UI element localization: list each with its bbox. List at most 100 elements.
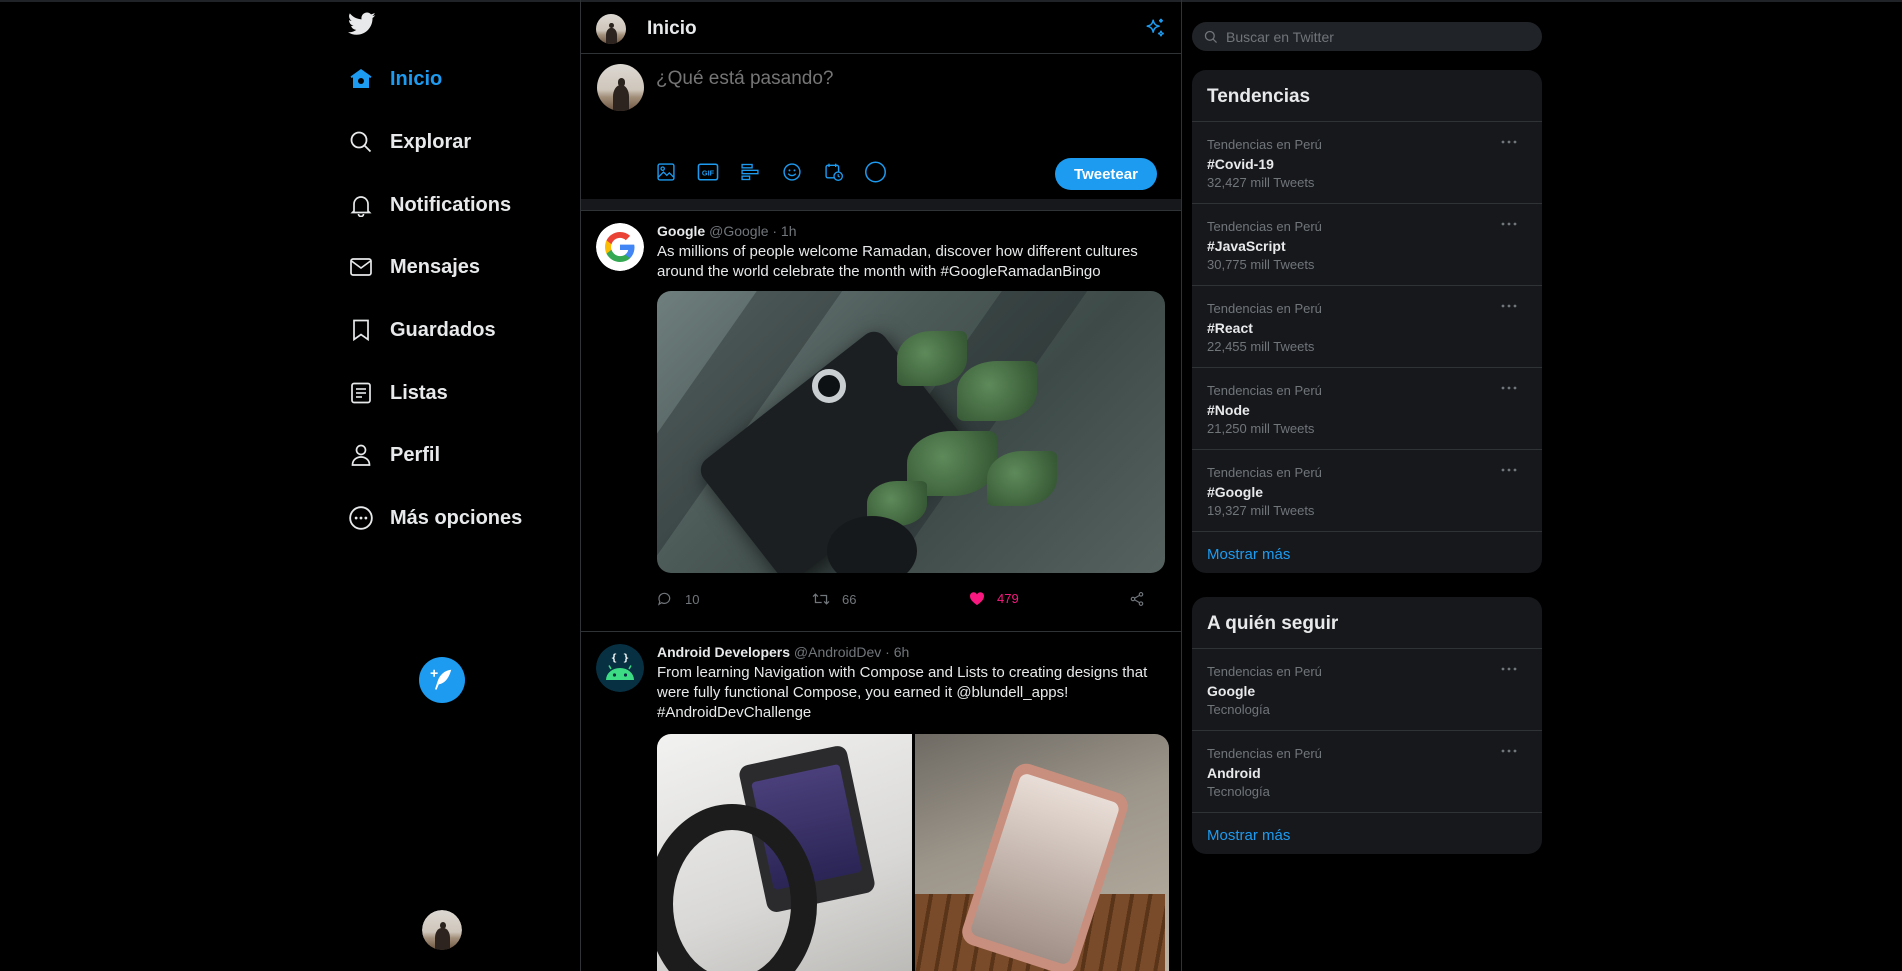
account-avatar[interactable] bbox=[422, 910, 462, 950]
nav-item-notifications[interactable]: Notifications bbox=[348, 183, 511, 227]
nav-label: Notifications bbox=[390, 193, 512, 216]
like-button[interactable]: 479 bbox=[969, 591, 1019, 606]
nav-label: Inicio bbox=[390, 67, 443, 90]
tweet-image-gallery[interactable] bbox=[657, 734, 1169, 971]
trend-item[interactable]: Tendencias en Perú #React 22,455 mill Tw… bbox=[1192, 286, 1542, 368]
trend-count: 21,250 mill Tweets bbox=[1207, 421, 1315, 436]
nav-label: Listas bbox=[390, 381, 448, 404]
follow-item[interactable]: Tendencias en Perú Android Tecnología bbox=[1192, 731, 1542, 813]
more-circle-icon bbox=[348, 505, 374, 531]
page-title: Inicio bbox=[647, 18, 697, 39]
composer-avatar bbox=[597, 64, 644, 111]
twitter-logo-icon[interactable] bbox=[347, 12, 380, 40]
nav-item-inicio[interactable]: Inicio bbox=[348, 57, 442, 101]
nav-label: Explorar bbox=[390, 130, 472, 153]
timeline: Inicio GIF bbox=[580, 0, 1182, 971]
tweet-meta: Google @Google · 1h bbox=[657, 223, 797, 239]
trend-tag: #JavaScript bbox=[1207, 238, 1286, 254]
more-horizontal-icon[interactable] bbox=[1500, 464, 1518, 476]
left-navigation: Inicio Explorar Notifications Mensajes G… bbox=[338, 0, 578, 971]
progress-circle-icon bbox=[864, 160, 887, 183]
nav-item-perfil[interactable]: Perfil bbox=[348, 433, 440, 477]
more-horizontal-icon[interactable] bbox=[1500, 218, 1518, 230]
search-input[interactable] bbox=[1226, 28, 1526, 45]
author-name[interactable]: Google bbox=[657, 223, 705, 239]
trend-item[interactable]: Tendencias en Perú #Covid-19 32,427 mill… bbox=[1192, 122, 1542, 204]
heart-filled-icon bbox=[969, 592, 985, 606]
like-count: 479 bbox=[997, 591, 1019, 606]
schedule-icon[interactable] bbox=[822, 160, 845, 183]
who-to-follow-title: A quién seguir bbox=[1192, 597, 1542, 649]
follow-show-more-link[interactable]: Mostrar más bbox=[1192, 813, 1542, 854]
composer-toolbar: GIF bbox=[654, 160, 887, 183]
who-to-follow-panel: A quién seguir Tendencias en Perú Google… bbox=[1192, 597, 1542, 854]
retweet-button[interactable]: 66 bbox=[812, 591, 856, 607]
tweet-input[interactable] bbox=[656, 68, 1156, 90]
follow-context: Tendencias en Perú bbox=[1207, 746, 1322, 761]
nav-item-mensajes[interactable]: Mensajes bbox=[348, 245, 480, 289]
more-horizontal-icon[interactable] bbox=[1500, 663, 1518, 675]
nav-item-listas[interactable]: Listas bbox=[348, 371, 448, 415]
follow-category: Tecnología bbox=[1207, 702, 1270, 717]
tweet-composer: GIF Tweetear bbox=[581, 54, 1181, 199]
more-horizontal-icon[interactable] bbox=[1500, 745, 1518, 757]
compose-tweet-button[interactable] bbox=[419, 657, 465, 703]
follow-name: Android bbox=[1207, 765, 1261, 781]
feather-plus-icon bbox=[430, 669, 452, 690]
follow-item[interactable]: Tendencias en Perú Google Tecnología bbox=[1192, 649, 1542, 731]
list-icon bbox=[348, 380, 374, 406]
share-icon bbox=[1130, 592, 1144, 606]
trend-item[interactable]: Tendencias en Perú #Google 19,327 mill T… bbox=[1192, 450, 1542, 532]
author-handle: @AndroidDev · 6h bbox=[793, 644, 910, 660]
tweet-text: As millions of people welcome Ramadan, d… bbox=[657, 243, 1138, 280]
retweet-icon bbox=[812, 593, 830, 605]
nav-item-mas-opciones[interactable]: Más opciones bbox=[348, 496, 522, 540]
trends-title: Tendencias bbox=[1192, 70, 1542, 122]
nav-item-explorar[interactable]: Explorar bbox=[348, 120, 471, 164]
svg-text:{ }: { } bbox=[611, 653, 629, 664]
poll-icon[interactable] bbox=[738, 160, 761, 183]
svg-text:GIF: GIF bbox=[701, 168, 714, 177]
android-developers-avatar[interactable]: { } bbox=[596, 644, 644, 692]
more-horizontal-icon[interactable] bbox=[1500, 382, 1518, 394]
tweet-button[interactable]: Tweetear bbox=[1055, 158, 1157, 190]
search-icon bbox=[1204, 30, 1217, 43]
more-horizontal-icon[interactable] bbox=[1500, 300, 1518, 312]
follow-category: Tecnología bbox=[1207, 784, 1270, 799]
trend-context: Tendencias en Perú bbox=[1207, 137, 1322, 152]
follow-name: Google bbox=[1207, 683, 1256, 699]
nav-label: Mensajes bbox=[390, 255, 481, 278]
gallery-image-phone-cinnamon[interactable] bbox=[914, 734, 1169, 971]
trend-count: 19,327 mill Tweets bbox=[1207, 503, 1315, 518]
trend-item[interactable]: Tendencias en Perú #JavaScript 30,775 mi… bbox=[1192, 204, 1542, 286]
trend-context: Tendencias en Perú bbox=[1207, 465, 1322, 480]
reply-icon bbox=[657, 592, 671, 606]
sparkle-icon[interactable] bbox=[1144, 17, 1168, 41]
trend-item[interactable]: Tendencias en Perú #Node 21,250 mill Twe… bbox=[1192, 368, 1542, 450]
more-horizontal-icon[interactable] bbox=[1500, 136, 1518, 148]
home-icon bbox=[348, 66, 374, 92]
gallery-image-headphones[interactable] bbox=[657, 734, 912, 971]
image-icon[interactable] bbox=[654, 160, 677, 183]
nav-label: Perfil bbox=[390, 443, 441, 466]
search-box[interactable] bbox=[1192, 22, 1542, 51]
author-name[interactable]: Android Developers bbox=[657, 644, 790, 660]
tweet-image-phone-and-plant[interactable] bbox=[657, 291, 1165, 573]
emoji-icon[interactable] bbox=[780, 160, 803, 183]
tweet-google[interactable]: Google @Google · 1h As millions of peopl… bbox=[581, 211, 1181, 632]
nav-label: Guardados bbox=[390, 318, 496, 341]
trends-show-more-link[interactable]: Mostrar más bbox=[1192, 532, 1542, 573]
share-button[interactable] bbox=[1129, 591, 1145, 607]
follow-context: Tendencias en Perú bbox=[1207, 664, 1322, 679]
nav-item-guardados[interactable]: Guardados bbox=[348, 308, 496, 352]
timeline-header: Inicio bbox=[581, 2, 1181, 54]
reply-button[interactable]: 10 bbox=[657, 591, 699, 607]
gif-icon[interactable]: GIF bbox=[696, 160, 719, 183]
header-avatar[interactable] bbox=[596, 14, 626, 44]
google-avatar[interactable] bbox=[596, 223, 644, 271]
trend-tag: #Google bbox=[1207, 484, 1264, 500]
bookmark-icon bbox=[348, 317, 374, 343]
tweet-android-developers[interactable]: { } Android Developers @AndroidDev · 6h … bbox=[581, 632, 1181, 971]
user-icon bbox=[348, 442, 374, 468]
composer-divider bbox=[581, 199, 1181, 211]
